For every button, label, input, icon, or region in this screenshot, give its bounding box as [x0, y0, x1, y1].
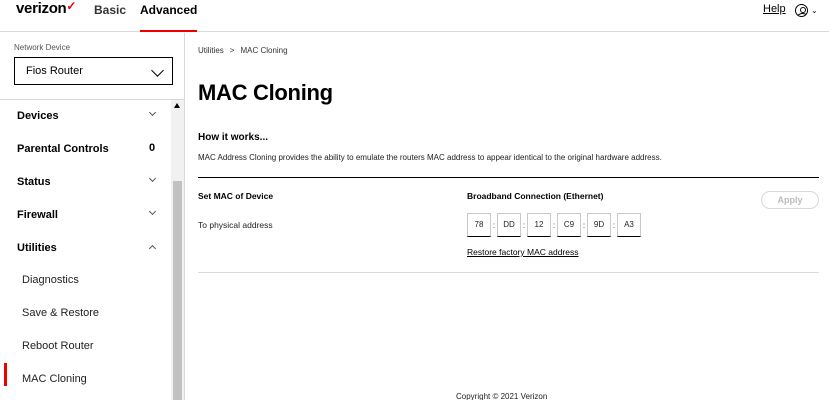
page-title: MAC Cloning — [198, 80, 333, 105]
chevron-down-icon — [151, 64, 164, 77]
mac-octet-field[interactable]: A3 — [617, 213, 641, 237]
mac-octet-field[interactable]: C9 — [557, 213, 581, 237]
sidebar-subitem-reboot-router[interactable]: Reboot Router — [0, 330, 170, 363]
sidebar-subitem-label: Reboot Router — [22, 340, 94, 352]
count-badge: 0 — [149, 142, 156, 154]
sidebar-item-label: Devices — [17, 110, 59, 122]
mac-octet-field[interactable]: 9D — [587, 213, 611, 237]
user-icon — [795, 3, 808, 17]
logo-check-icon: ✓ — [66, 0, 77, 13]
apply-button[interactable]: Apply — [761, 191, 819, 209]
sidebar-subitem-diagnostics[interactable]: Diagnostics — [0, 264, 170, 297]
scroll-thumb[interactable] — [173, 181, 182, 400]
sidebar-scrollbar[interactable] — [171, 100, 184, 400]
sidebar-subitem-save-restore[interactable]: Save & Restore — [0, 297, 170, 330]
breadcrumb: Utilities > MAC Cloning — [198, 46, 288, 55]
sidebar-subitem-label: Diagnostics — [22, 274, 79, 286]
chevron-up-icon — [148, 244, 157, 253]
sidebar-subitem-label: MAC Cloning — [22, 373, 87, 385]
network-device-value: Fios Router — [26, 65, 83, 77]
connection-label: Broadband Connection (Ethernet) — [467, 191, 604, 201]
physical-address-label: To physical address — [198, 220, 273, 230]
sidebar-item-parental-controls[interactable]: Parental Controls 0 — [0, 133, 170, 166]
sidebar-item-firewall[interactable]: Firewall — [0, 199, 170, 232]
mac-address-input: 78 : DD : 12 : C9 : 9D : A3 — [467, 213, 641, 237]
how-it-works-heading: How it works... — [198, 132, 269, 143]
sidebar: Network Device Fios Router Devices Paren… — [0, 33, 185, 400]
verizon-logo[interactable]: verizon✓ — [16, 0, 76, 17]
breadcrumb-separator: > — [229, 46, 235, 55]
mac-octet-field[interactable]: 12 — [527, 213, 551, 237]
restore-factory-mac-link[interactable]: Restore factory MAC address — [467, 247, 578, 257]
chevron-down-icon — [148, 108, 157, 117]
copyright-text: Copyright © 2021 Verizon — [456, 392, 548, 400]
set-mac-label: Set MAC of Device — [198, 191, 274, 201]
network-device-select[interactable]: Fios Router — [14, 57, 173, 85]
sidebar-item-label: Utilities — [17, 242, 57, 254]
sidebar-item-label: Firewall — [17, 209, 58, 221]
tab-basic[interactable]: Basic — [94, 3, 126, 32]
sidebar-item-label: Parental Controls — [17, 143, 109, 155]
scroll-up-arrow-icon[interactable] — [174, 103, 180, 108]
description-text: MAC Address Cloning provides the ability… — [198, 153, 662, 162]
sidebar-subitem-mac-cloning[interactable]: MAC Cloning — [0, 363, 170, 396]
help-link[interactable]: Help — [763, 3, 786, 15]
divider — [198, 272, 819, 273]
mac-octet-field[interactable]: DD — [497, 213, 521, 237]
breadcrumb-current: MAC Cloning — [240, 46, 288, 55]
chevron-down-icon — [148, 174, 157, 183]
divider — [198, 177, 819, 178]
sidebar-item-label: Status — [17, 176, 51, 188]
sidebar-item-status[interactable]: Status — [0, 166, 170, 199]
chevron-down-icon: ⌄ — [811, 5, 818, 15]
sidebar-item-utilities[interactable]: Utilities — [0, 232, 170, 265]
tab-advanced[interactable]: Advanced — [140, 3, 198, 32]
sidebar-item-devices[interactable]: Devices — [0, 100, 170, 133]
user-menu[interactable]: ⌄ — [795, 2, 823, 18]
top-bar: verizon✓ Basic Advanced Help ⌄ — [0, 0, 829, 32]
network-device-label: Network Device — [14, 43, 71, 52]
breadcrumb-utilities[interactable]: Utilities — [198, 46, 224, 55]
chevron-down-icon — [148, 207, 157, 216]
sidebar-subitem-label: Save & Restore — [22, 307, 100, 319]
mac-octet-field[interactable]: 78 — [467, 213, 491, 237]
